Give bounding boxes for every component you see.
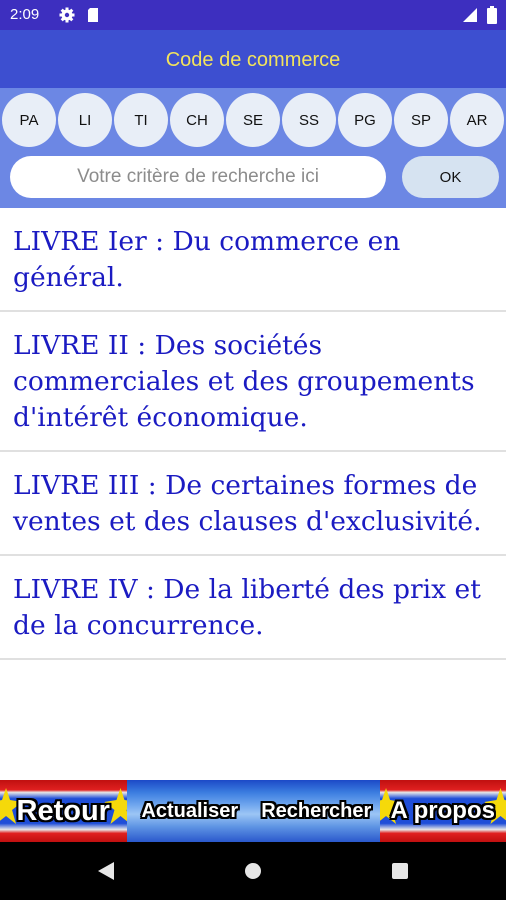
chip-ar[interactable]: AR: [450, 93, 504, 147]
search-input[interactable]: [10, 156, 386, 198]
home-icon[interactable]: [245, 863, 261, 879]
battery-icon: [487, 6, 497, 24]
ok-button[interactable]: OK: [402, 156, 499, 198]
chip-se[interactable]: SE: [226, 93, 280, 147]
list-item[interactable]: LIVRE Ier : Du commerce en général.: [0, 208, 506, 312]
chip-ss[interactable]: SS: [282, 93, 336, 147]
rechercher-button[interactable]: Rechercher: [253, 780, 380, 842]
system-nav-bar: [0, 842, 506, 900]
rechercher-label: Rechercher: [261, 799, 372, 822]
back-icon[interactable]: [97, 861, 115, 881]
chip-pg[interactable]: PG: [338, 93, 392, 147]
recents-icon[interactable]: [392, 863, 408, 879]
retour-button[interactable]: Retour: [0, 780, 127, 842]
app-title: Code de commerce: [165, 49, 341, 71]
livre-list: LIVRE Ier : Du commerce en général. LIVR…: [0, 208, 506, 680]
chip-li[interactable]: LI: [58, 93, 112, 147]
retour-label: Retour: [16, 794, 110, 827]
status-time: 2:09: [10, 6, 40, 23]
actualiser-label: Actualiser: [141, 799, 239, 822]
list-item[interactable]: LIVRE III : De certaines formes de vente…: [0, 452, 506, 556]
a-propos-label: A propos: [390, 797, 495, 824]
chip-ti[interactable]: TI: [114, 93, 168, 147]
gear-icon: [59, 7, 75, 23]
status-bar: 2:09: [0, 0, 506, 30]
app-bar: Code de commerce: [0, 30, 506, 88]
chip-ch[interactable]: CH: [170, 93, 224, 147]
bottom-button-bar: Retour Actualiser Rechercher A propos: [0, 780, 506, 842]
list-item[interactable]: LIVRE II : Des sociétés commerciales et …: [0, 312, 506, 452]
chip-pa[interactable]: PA: [2, 93, 56, 147]
chip-sp[interactable]: SP: [394, 93, 448, 147]
search-panel: PA LI TI CH SE SS PG SP AR OK: [0, 88, 506, 208]
a-propos-button[interactable]: A propos: [379, 780, 506, 842]
actualiser-button[interactable]: Actualiser: [126, 780, 253, 842]
list-item[interactable]: LIVRE IV : De la liberté des prix et de …: [0, 556, 506, 660]
sd-card-icon: [88, 8, 98, 22]
signal-icon: [463, 8, 477, 22]
